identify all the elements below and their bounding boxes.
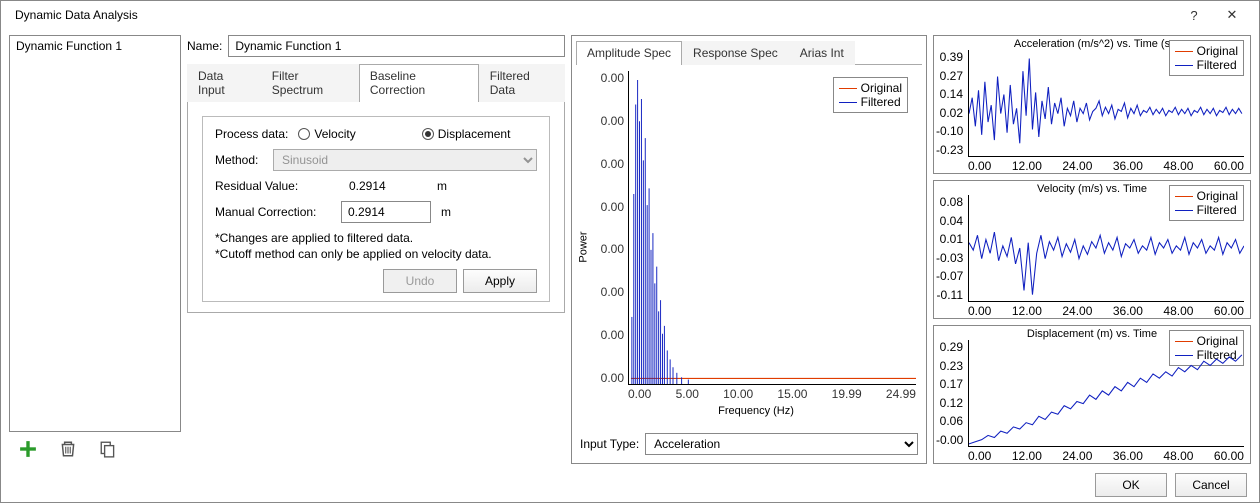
residual-label: Residual Value: [215,179,335,193]
undo-button[interactable]: Undo [383,269,457,293]
tab-response-spec[interactable]: Response Spec [682,41,789,65]
process-data-label: Process data: [215,127,288,141]
tab-filter-spectrum[interactable]: Filter Spectrum [261,64,359,102]
note-1: *Changes are applied to filtered data. [215,231,537,245]
name-input[interactable] [228,35,565,57]
ok-button[interactable]: OK [1095,473,1167,497]
add-icon[interactable] [19,440,37,461]
input-type-select[interactable]: Acceleration [645,433,918,455]
form-tabs: Data Input Filter Spectrum Baseline Corr… [187,63,565,102]
residual-value: 0.2914 [341,179,431,193]
list-item[interactable]: Dynamic Function 1 [12,38,178,54]
name-label: Name: [187,39,222,53]
plot-acceleration: Acceleration (m/s^2) vs. Time (s Origina… [933,35,1251,174]
tab-arias-int[interactable]: Arias Int [789,41,855,65]
radio-displacement[interactable]: Displacement [422,127,511,141]
note-2: *Cutoff method can only be applied on ve… [215,247,537,261]
delete-icon[interactable] [59,440,77,461]
close-button[interactable]: ✕ [1213,3,1251,27]
apply-button[interactable]: Apply [463,269,537,293]
function-list[interactable]: Dynamic Function 1 [9,35,181,432]
window-title: Dynamic Data Analysis [9,8,1175,22]
help-button[interactable]: ? [1175,3,1213,27]
tab-amplitude-spec[interactable]: Amplitude Spec [576,41,682,65]
tab-data-input[interactable]: Data Input [187,64,261,102]
radio-velocity[interactable]: Velocity [298,127,355,141]
manual-label: Manual Correction: [215,205,335,219]
copy-icon[interactable] [99,440,117,461]
tab-baseline-correction[interactable]: Baseline Correction [359,64,479,102]
manual-input[interactable] [341,201,431,223]
spectrum-plot: Power 0.000.000.000.000.000.000.000.00 [574,71,918,423]
residual-unit: m [437,179,447,193]
cancel-button[interactable]: Cancel [1175,473,1247,497]
input-type-label: Input Type: [580,437,639,451]
method-label: Method: [215,153,267,167]
manual-unit: m [441,205,451,219]
baseline-group: Process data: Velocity Displacement Meth… [202,116,550,302]
tab-filtered-data[interactable]: Filtered Data [479,64,565,102]
plot-velocity: Velocity (m/s) vs. Time OriginalFiltered… [933,180,1251,319]
spectrum-legend: Original Filtered [833,77,908,113]
method-select: Sinusoid [273,149,537,171]
titlebar: Dynamic Data Analysis ? ✕ [1,1,1259,29]
plot-displacement: Displacement (m) vs. Time OriginalFilter… [933,325,1251,464]
